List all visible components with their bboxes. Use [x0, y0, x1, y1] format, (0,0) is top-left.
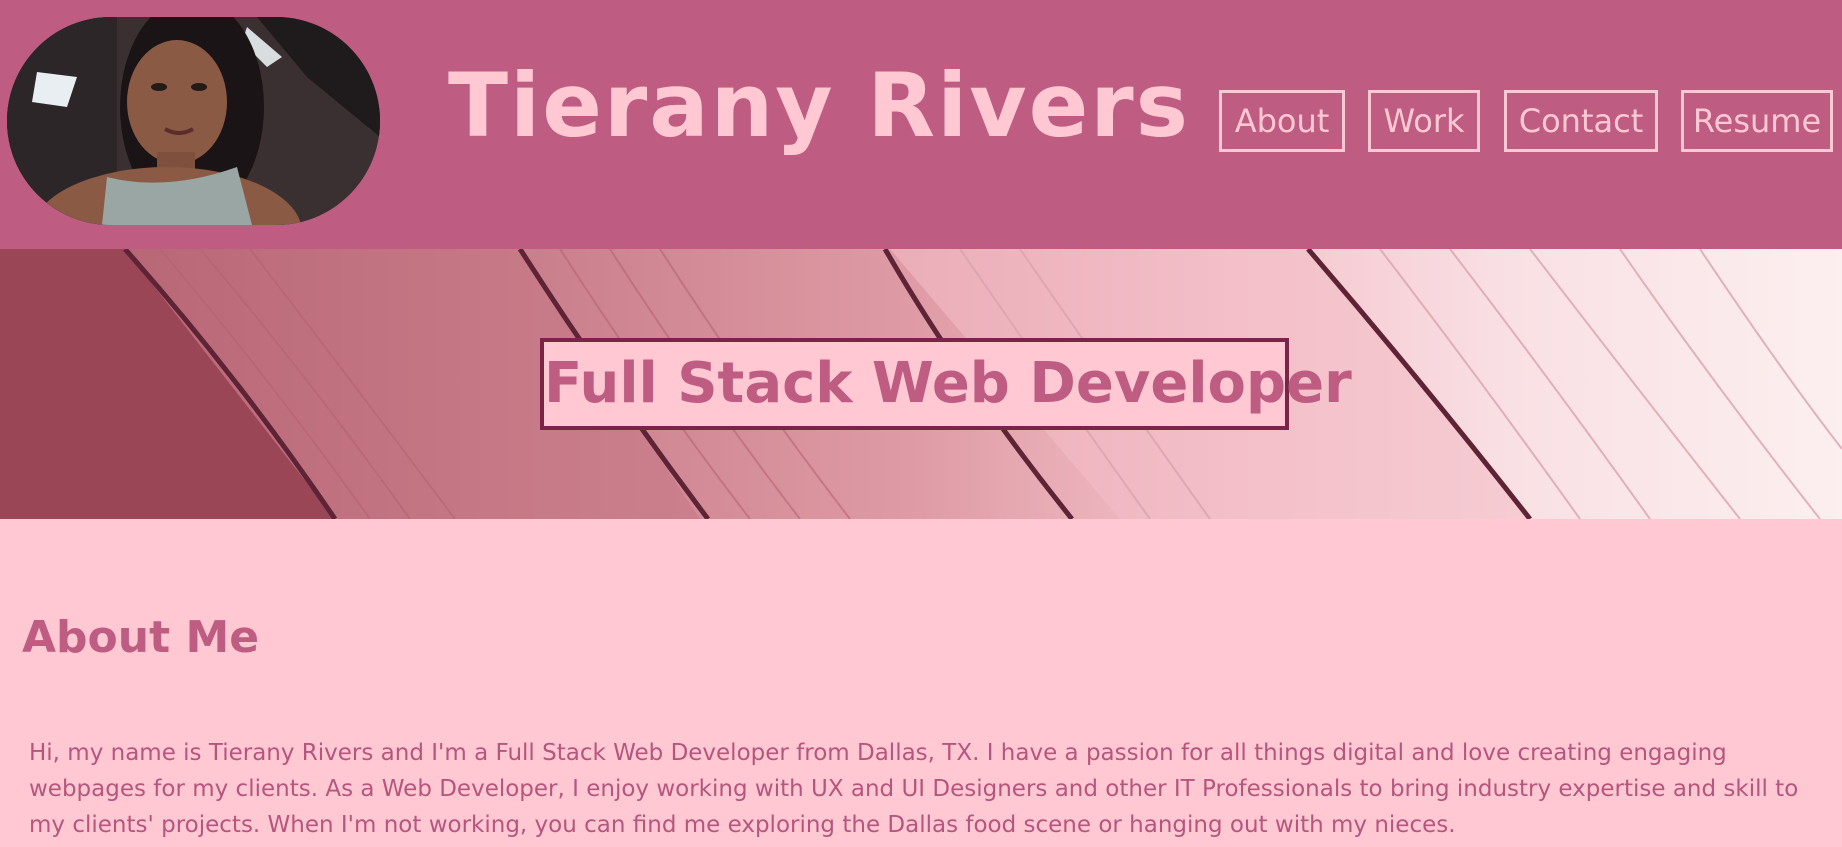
site-header: Tierany Rivers About Work Contact Resume	[0, 0, 1842, 249]
nav-about-button[interactable]: About	[1219, 90, 1345, 152]
about-paragraph: Hi, my name is Tierany Rivers and I'm a …	[29, 740, 1799, 838]
nav-contact-button[interactable]: Contact	[1504, 90, 1658, 152]
nav-resume-button[interactable]: Resume	[1681, 90, 1833, 152]
about-heading: About Me	[22, 612, 260, 663]
nav-work-button[interactable]: Work	[1368, 90, 1480, 152]
hero-headline: Full Stack Web Developer	[540, 338, 1352, 430]
main-nav: About Work Contact Resume	[0, 90, 1842, 152]
